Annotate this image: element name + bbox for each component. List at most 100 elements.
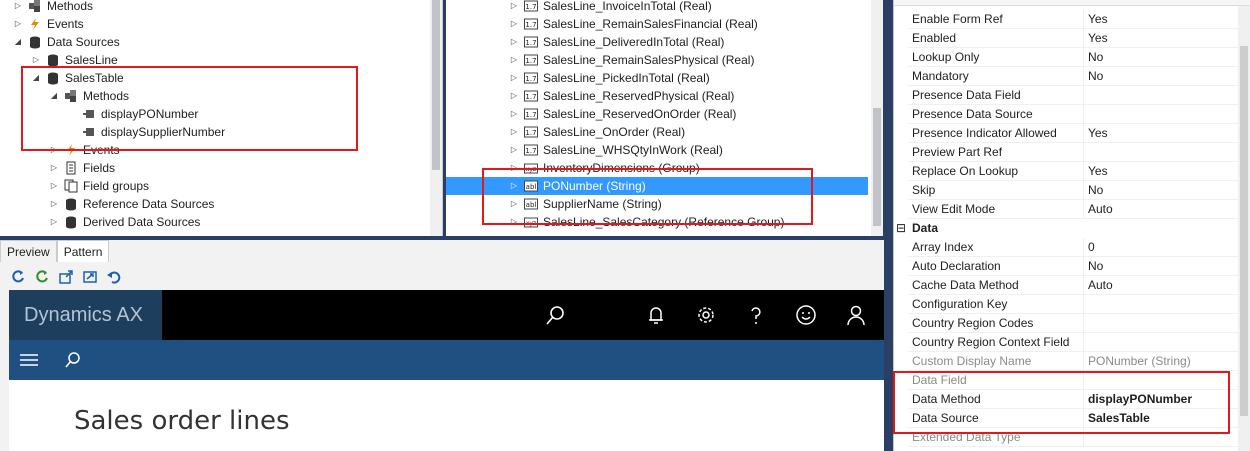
search-icon[interactable] <box>544 303 568 327</box>
property-value[interactable] <box>1084 295 1088 313</box>
property-value[interactable]: No <box>1084 257 1103 275</box>
tree-node-ponumber-string[interactable]: ▷ abl PONumber (String) <box>446 177 868 195</box>
collapse-icon[interactable]: ⊟ <box>894 219 908 238</box>
vertical-splitter[interactable] <box>883 0 893 451</box>
tree-node-inventorydimensions-group[interactable]: ▷ xyz InventoryDimensions (Group) <box>446 159 868 177</box>
expand-arrow-icon[interactable]: ▷ <box>508 87 520 105</box>
expand-arrow-icon[interactable]: ▷ <box>508 141 520 159</box>
tree-node-salesline-remainsalesphysical-real[interactable]: ▷ 1.7 SalesLine_RemainSalesPhysical (Real) <box>446 51 868 69</box>
property-row-country-region-codes[interactable]: Country Region Codes <box>908 314 1238 333</box>
brand-title[interactable]: Dynamics AX <box>9 290 162 340</box>
hamburger-menu-icon[interactable] <box>19 350 39 373</box>
tree-node-displayponumber[interactable]: displayPONumber <box>66 105 198 123</box>
export-icon[interactable] <box>80 267 100 287</box>
property-value[interactable] <box>1084 143 1088 161</box>
property-row-skip[interactable]: Skip No <box>908 181 1238 200</box>
tree-node-salesline-deliveredintotal-real[interactable]: ▷ 1.7 SalesLine_DeliveredInTotal (Real) <box>446 33 868 51</box>
user-icon[interactable] <box>844 303 868 327</box>
tree-node-derived-data-sources[interactable]: ▷ Derived Data Sources <box>48 213 200 231</box>
expand-arrow-icon[interactable]: ▷ <box>508 0 520 15</box>
expand-arrow-icon[interactable]: ▷ <box>48 159 60 177</box>
property-row-presence-data-field[interactable]: Presence Data Field <box>908 86 1238 105</box>
property-row-extended-data-type[interactable]: Extended Data Type <box>908 428 1238 447</box>
bell-icon[interactable] <box>644 303 668 327</box>
expand-arrow-icon[interactable]: ▷ <box>508 123 520 141</box>
sync-icon[interactable] <box>32 267 52 287</box>
collapse-arrow-icon[interactable]: ◢ <box>12 33 24 51</box>
property-row-country-region-context-field[interactable]: Country Region Context Field <box>908 333 1238 352</box>
property-row-mandatory[interactable]: Mandatory No <box>908 67 1238 86</box>
tree-node-salesline-remainsalesfinancial-real[interactable]: ▷ 1.7 SalesLine_RemainSalesFinancial (Real… <box>446 15 868 33</box>
tree-node-data-sources[interactable]: ◢ Data Sources <box>12 33 120 51</box>
tree-node-salesline-invoiceintotal-real[interactable]: ▷ 1.7 SalesLine_InvoiceInTotal (Real) <box>446 0 868 15</box>
property-value[interactable]: No <box>1084 67 1103 85</box>
mid-tree-scrollbar[interactable] <box>871 0 883 236</box>
property-row-data-field[interactable]: Data Field <box>908 371 1238 390</box>
property-row-lookup-only[interactable]: Lookup Only No <box>908 48 1238 67</box>
properties-scrollbar[interactable] <box>1238 6 1250 451</box>
property-row-presence-data-source[interactable]: Presence Data Source <box>908 105 1238 124</box>
property-value[interactable] <box>1084 333 1088 351</box>
property-row-configuration-key[interactable]: Configuration Key <box>908 295 1238 314</box>
expand-arrow-icon[interactable]: ▷ <box>508 33 520 51</box>
expand-arrow-icon[interactable]: ▷ <box>12 0 24 15</box>
property-row-data-method[interactable]: Data Method displayPONumber <box>908 390 1238 409</box>
property-row-auto-declaration[interactable]: Auto Declaration No <box>908 257 1238 276</box>
property-value[interactable]: Auto <box>1084 200 1113 218</box>
expand-arrow-icon[interactable]: ▷ <box>508 51 520 69</box>
property-value[interactable]: No <box>1084 48 1103 66</box>
tree-node-fields[interactable]: ▷ Fields <box>48 159 115 177</box>
form-outline-tree[interactable]: ▷ Methods ▷ Events ◢ Data Sources ▷ SalesLine ◢ S… <box>0 0 443 236</box>
left-tree-scrollbar[interactable] <box>430 0 442 236</box>
property-row-cache-data-method[interactable]: Cache Data Method Auto <box>908 276 1238 295</box>
property-row-preview-part-ref[interactable]: Preview Part Ref <box>908 143 1238 162</box>
tree-node-salesline[interactable]: ▷ SalesLine <box>30 51 118 69</box>
tree-node-events[interactable]: ▷ Events <box>12 15 84 33</box>
property-value[interactable]: Yes <box>1084 10 1108 28</box>
tree-node-methods[interactable]: ▷ Methods <box>12 0 93 15</box>
collapse-arrow-icon[interactable]: ◢ <box>30 69 42 87</box>
property-value[interactable] <box>1084 86 1088 104</box>
help-icon[interactable] <box>744 303 768 327</box>
collapse-arrow-icon[interactable]: ◢ <box>48 87 60 105</box>
property-value[interactable]: No <box>1084 181 1103 199</box>
tab-pattern[interactable]: Pattern <box>56 240 110 262</box>
tree-node-displaysuppliernumber[interactable]: displaySupplierNumber <box>66 123 225 141</box>
tree-node-salesline-onorder-real[interactable]: ▷ 1.7 SalesLine_OnOrder (Real) <box>446 123 868 141</box>
tree-node-methods[interactable]: ◢ Methods <box>48 87 129 105</box>
tree-node-salesline-salescategory-reference-group[interactable]: ▷ xyz SalesLine_SalesCategory (Reference G… <box>446 213 868 231</box>
expand-arrow-icon[interactable]: ▷ <box>508 105 520 123</box>
property-value[interactable] <box>1084 428 1088 446</box>
undo-icon[interactable] <box>104 267 124 287</box>
property-row-replace-on-lookup[interactable]: Replace On Lookup Yes <box>908 162 1238 181</box>
expand-arrow-icon[interactable]: ▷ <box>48 177 60 195</box>
tree-node-events[interactable]: ▷ Events <box>48 141 120 159</box>
expand-arrow-icon[interactable]: ▷ <box>48 141 60 159</box>
property-row-view-edit-mode[interactable]: View Edit Mode Auto <box>908 200 1238 219</box>
property-value[interactable]: PONumber (String) <box>1084 352 1191 370</box>
tree-node-salesline-whsqtyinwork-real[interactable]: ▷ 1.7 SalesLine_WHSQtyInWork (Real) <box>446 141 868 159</box>
property-value[interactable]: Auto <box>1084 276 1113 294</box>
property-value[interactable]: Yes <box>1084 124 1108 142</box>
expand-arrow-icon[interactable]: ▷ <box>508 15 520 33</box>
tree-node-suppliername-string[interactable]: ▷ abl SupplierName (String) <box>446 195 868 213</box>
gear-icon[interactable] <box>694 303 718 327</box>
property-row-array-index[interactable]: Array Index 0 <box>908 238 1238 257</box>
property-value[interactable]: Yes <box>1084 29 1108 47</box>
expand-arrow-icon[interactable]: ▷ <box>508 159 520 177</box>
open-external-icon[interactable] <box>56 267 76 287</box>
tab-preview[interactable]: Preview <box>0 240 57 262</box>
property-row-custom-display-name[interactable]: Custom Display Name PONumber (String) <box>908 352 1238 371</box>
tree-node-salesline-pickedintotal-real[interactable]: ▷ 1.7 SalesLine_PickedInTotal (Real) <box>446 69 868 87</box>
refresh-icon[interactable] <box>8 267 28 287</box>
nav-search-icon[interactable] <box>64 351 82 372</box>
expand-arrow-icon[interactable]: ▷ <box>508 177 520 195</box>
property-value[interactable]: 0 <box>1084 238 1095 256</box>
property-group-data[interactable]: ⊟ Data <box>894 219 1239 238</box>
expand-arrow-icon[interactable]: ▷ <box>48 213 60 231</box>
smiley-icon[interactable] <box>794 303 818 327</box>
property-value[interactable]: displayPONumber <box>1084 390 1192 408</box>
expand-arrow-icon[interactable]: ▷ <box>30 51 42 69</box>
design-tree[interactable]: ▷ 1.7 SalesLine_InvoiceInTotal (Real) ▷ 1.7 S… <box>446 0 883 236</box>
property-value[interactable] <box>1084 105 1088 123</box>
